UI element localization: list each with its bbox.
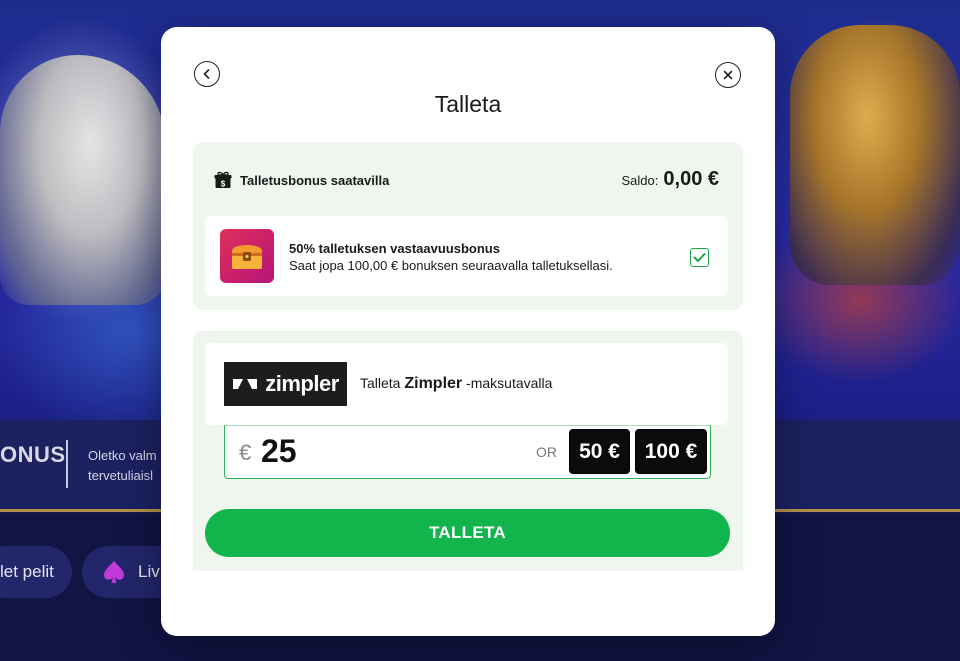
checkmark-icon <box>693 253 706 262</box>
spade-icon <box>104 561 124 583</box>
treasure-chest-graphic <box>232 245 262 269</box>
zimpler-logo-text: zimpler <box>265 371 339 396</box>
quick-amount-50-button[interactable]: 50 € <box>569 429 630 474</box>
hero-character-left <box>0 55 165 305</box>
balance-value: 0,00 € <box>663 168 719 190</box>
payment-method-suffix: -maksutavalla <box>466 375 553 391</box>
bonus-section: $ Talletusbonus saatavilla Saldo: 0,00 €… <box>193 142 743 310</box>
bonus-checkbox[interactable] <box>690 248 709 267</box>
currency-symbol: € <box>239 440 252 465</box>
chevron-left-icon <box>203 69 210 79</box>
hero-character-right <box>790 25 960 285</box>
promo-text-line-2: tervetuliaisl <box>88 468 154 483</box>
amount-input[interactable] <box>261 431 461 471</box>
bonus-offer-description: Saat jopa 100,00 € bonuksen seuraavalla … <box>289 258 613 273</box>
promo-divider <box>66 440 68 488</box>
bonus-offer-card[interactable]: 50% talletuksen vastaavuusbonus Saat jop… <box>205 216 728 296</box>
bonus-offer-title: 50% talletuksen vastaavuusbonus <box>289 241 500 256</box>
balance-label: Saldo: <box>621 173 659 188</box>
promo-text-line-1: Oletko valm <box>88 448 157 463</box>
close-icon <box>723 70 733 80</box>
payment-section: zimpler Talleta Zimpler -maksutavalla € … <box>193 331 743 571</box>
close-button[interactable] <box>715 62 741 88</box>
payment-method-name: Zimpler <box>404 375 463 392</box>
svg-text:$: $ <box>221 179 226 188</box>
modal-title: Talleta <box>434 91 502 117</box>
nav-pill-games[interactable]: let pelit <box>0 546 72 598</box>
payment-method-text: Talleta Zimpler -maksutavalla <box>360 375 552 393</box>
deposit-submit-button[interactable]: TALLETA <box>205 509 730 557</box>
balance: Saldo: 0,00 € <box>622 168 719 191</box>
back-button[interactable] <box>194 61 220 87</box>
payment-method-card[interactable]: zimpler Talleta Zimpler -maksutavalla <box>205 343 728 425</box>
amount-field: € OR 50 € 100 € <box>224 425 711 479</box>
nav-pill-live-label: Liv <box>138 562 160 581</box>
deposit-modal: Talleta $ Talletusbonus saatavilla Saldo… <box>161 27 775 636</box>
gift-icon: $ <box>214 171 232 188</box>
zimpler-mark-icon <box>233 379 258 389</box>
bonus-available-label: Talletusbonus saatavilla <box>240 173 390 188</box>
nav-pill-games-label: let pelit <box>0 562 54 581</box>
promo-title: ONUS <box>0 442 66 467</box>
treasure-chest-icon <box>220 229 274 283</box>
zimpler-logo: zimpler <box>224 362 347 406</box>
payment-method-prefix: Talleta <box>360 375 401 391</box>
promo-text: Oletko valm tervetuliaisl <box>88 446 168 486</box>
or-label: OR <box>536 444 557 460</box>
quick-amount-100-button[interactable]: 100 € <box>635 429 707 474</box>
